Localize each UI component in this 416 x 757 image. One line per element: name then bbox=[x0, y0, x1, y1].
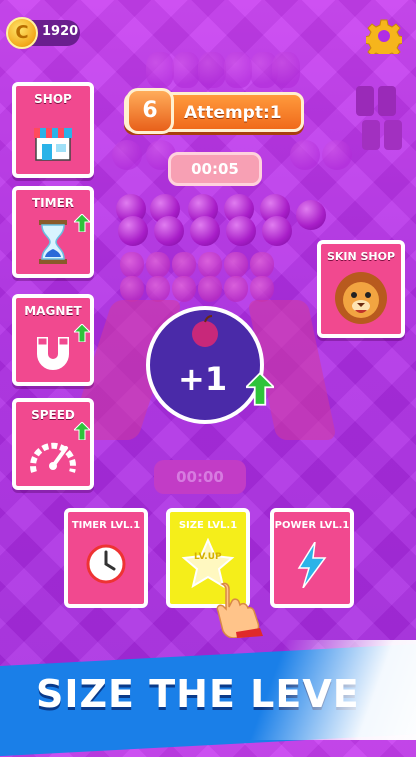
upgrade-arrow-icon bbox=[246, 372, 274, 406]
berry bbox=[198, 276, 222, 302]
berry bbox=[146, 276, 170, 302]
skin-shop-label: SKIN SHOP bbox=[326, 250, 396, 263]
speed-label: SPEED bbox=[31, 408, 75, 422]
berry bbox=[120, 276, 144, 302]
apple bbox=[154, 216, 184, 246]
can-stack bbox=[356, 86, 404, 166]
apple bbox=[296, 200, 326, 230]
magnet-label: MAGNET bbox=[24, 304, 82, 318]
coin-icon: C bbox=[6, 17, 38, 49]
size-upgrade-label: SIZE LVL.1 bbox=[178, 520, 238, 531]
berry bbox=[172, 276, 196, 302]
ghost-fruit bbox=[290, 140, 320, 170]
timer-upgrade-card[interactable]: TIMER LVL.1 bbox=[64, 508, 148, 608]
lion-icon bbox=[335, 272, 387, 324]
lightning-icon bbox=[297, 542, 327, 588]
level-number: 6 bbox=[126, 88, 174, 134]
speedometer-icon bbox=[30, 442, 76, 473]
apple bbox=[118, 216, 148, 246]
timer-label: TIMER bbox=[31, 196, 75, 210]
ghost-fruit bbox=[224, 52, 252, 88]
ghost-fruit bbox=[322, 140, 352, 170]
berry bbox=[224, 252, 248, 278]
shop-label: SHOP bbox=[34, 92, 72, 106]
ghost-fruit bbox=[272, 52, 300, 88]
ghost-fruit bbox=[112, 140, 142, 170]
upgrade-arrow-icon bbox=[74, 324, 90, 342]
level-up-badge: LV.UP bbox=[194, 552, 222, 562]
upgrade-arrow-icon bbox=[74, 214, 90, 232]
berry bbox=[146, 252, 170, 278]
countdown-timer: 00:05 bbox=[168, 152, 262, 186]
gear-icon[interactable] bbox=[366, 18, 402, 54]
upgrade-arrow-icon bbox=[74, 422, 90, 440]
magnet-powerup-button[interactable]: MAGNET bbox=[12, 294, 94, 386]
berry bbox=[198, 252, 222, 278]
coin-count: 1920 bbox=[42, 24, 79, 39]
berry bbox=[224, 276, 248, 302]
timer-upgrade-label: TIMER LVL.1 bbox=[71, 520, 141, 531]
berry bbox=[172, 252, 196, 278]
speed-powerup-button[interactable]: SPEED bbox=[12, 398, 94, 490]
timer-powerup-button[interactable]: TIMER bbox=[12, 186, 94, 278]
shop-button[interactable]: SHOP bbox=[12, 82, 94, 178]
attempt-label: Attempt:1 bbox=[184, 103, 282, 123]
apple-icon bbox=[192, 315, 218, 347]
ghost-fruit bbox=[198, 52, 226, 88]
elapsed-timer: 00:00 bbox=[154, 460, 246, 494]
apple bbox=[226, 216, 256, 246]
berry bbox=[250, 276, 274, 302]
berry bbox=[250, 252, 274, 278]
pointing-hand-icon bbox=[216, 582, 263, 638]
clock-icon bbox=[86, 544, 126, 584]
hourglass-icon bbox=[39, 220, 67, 264]
bonus-text: +1 bbox=[178, 360, 228, 398]
ghost-fruit bbox=[146, 52, 174, 88]
berry bbox=[120, 252, 144, 278]
magnet-icon bbox=[37, 337, 69, 370]
shop-icon bbox=[34, 128, 72, 161]
apple bbox=[262, 216, 292, 246]
power-upgrade-label: POWER LVL.1 bbox=[274, 520, 350, 531]
power-upgrade-card[interactable]: POWER LVL.1 bbox=[270, 508, 354, 608]
skin-shop-button[interactable]: SKIN SHOP bbox=[317, 240, 405, 338]
ghost-fruit bbox=[172, 52, 200, 88]
apple bbox=[190, 216, 220, 246]
